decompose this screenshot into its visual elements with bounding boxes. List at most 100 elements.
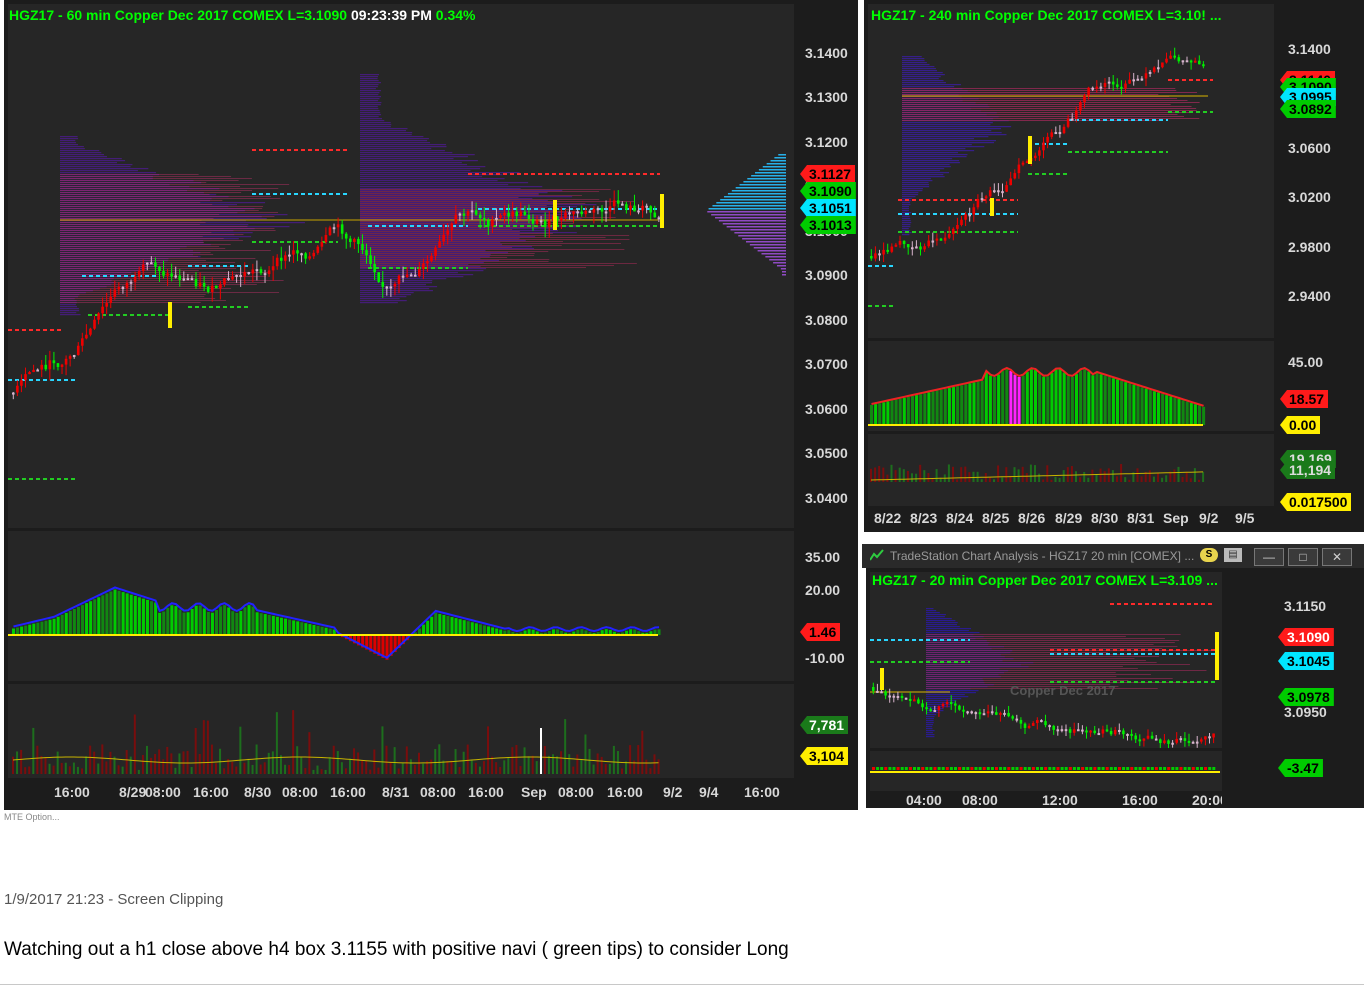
price-pane-60min[interactable] bbox=[8, 4, 794, 528]
volume-profile-bar bbox=[926, 664, 1190, 665]
chart-window-20min[interactable]: Copper Dec 2017 HGZ17 - 20 min Copper De… bbox=[866, 568, 1364, 808]
projected-profile-bar bbox=[751, 175, 786, 177]
window-titlebar-20min[interactable]: TradeStation Chart Analysis - HGZ17 20 m… bbox=[862, 544, 1364, 568]
volume-bar bbox=[300, 757, 303, 774]
volume-chart-60min[interactable] bbox=[8, 684, 794, 778]
volume-pane-60min[interactable] bbox=[8, 684, 794, 778]
volume-pane-240min[interactable] bbox=[868, 434, 1274, 506]
oscillator-axis-20min[interactable]: -3.47 bbox=[1278, 751, 1364, 791]
oscillator-axis-240min[interactable]: 45.00 18.57 0.00 bbox=[1278, 341, 1364, 434]
candle bbox=[170, 273, 173, 277]
price-pane-240min[interactable] bbox=[868, 4, 1274, 338]
volume-profile-bar bbox=[60, 146, 84, 148]
candle bbox=[365, 250, 368, 256]
volume-bar bbox=[543, 746, 546, 774]
oscillator-pane-60min[interactable] bbox=[8, 531, 794, 681]
candle bbox=[284, 255, 287, 261]
volume-profile-bar bbox=[360, 156, 468, 158]
volume-bar bbox=[523, 747, 526, 774]
price-axis-20min[interactable]: 3.1150 3.0950 3.1090 3.1045 3.0978 bbox=[1278, 568, 1364, 748]
volume-bar bbox=[596, 753, 599, 774]
volume-profile-bar bbox=[60, 216, 275, 217]
price-chart-60min[interactable] bbox=[8, 4, 794, 528]
chart-window-60min[interactable]: HGZ17 - 60 min Copper Dec 2017 COMEX L=3… bbox=[4, 0, 858, 810]
candle bbox=[292, 250, 295, 255]
symbol-link-button[interactable]: S bbox=[1200, 548, 1218, 562]
price-axis-240min[interactable]: 3.14003.06003.02002.98002.94003.11403.10… bbox=[1278, 0, 1364, 338]
oscillator-bar bbox=[980, 380, 984, 425]
oscillator-pane-20min[interactable] bbox=[870, 751, 1222, 791]
time-tick: 8/29 bbox=[1055, 510, 1083, 526]
oscillator-bar bbox=[876, 767, 880, 770]
projected-profile-bar bbox=[749, 244, 786, 246]
volume-chart-240min[interactable] bbox=[868, 434, 1274, 506]
oscillator-bar bbox=[186, 612, 190, 635]
oscillator-bar bbox=[72, 609, 76, 635]
oscillator-bar bbox=[1083, 369, 1087, 425]
candle bbox=[503, 212, 506, 216]
volume-bar bbox=[16, 751, 19, 774]
note-text[interactable]: Watching out a h1 close above h4 box 3.1… bbox=[4, 939, 789, 961]
window-menu-button[interactable]: ▤ bbox=[1224, 548, 1242, 562]
oscillator-bar bbox=[239, 611, 243, 635]
oscillator-bar bbox=[1015, 767, 1019, 770]
volume-bar bbox=[515, 744, 518, 774]
volume-bar bbox=[259, 764, 262, 774]
candle bbox=[970, 711, 973, 714]
volume-profile-bar bbox=[360, 154, 475, 156]
oscillator-axis-60min[interactable]: 35.00 20.00 -10.00 1.46 bbox=[800, 531, 858, 681]
oscillator-chart-240min[interactable] bbox=[868, 341, 1274, 431]
price-axis-60min[interactable]: 3.14003.13003.12003.11003.10003.09003.08… bbox=[800, 0, 858, 528]
candle bbox=[1152, 67, 1156, 72]
chart-window-240min[interactable]: HGZ17 - 240 min Copper Dec 2017 COMEX L=… bbox=[864, 0, 1364, 532]
volume-profile-bar bbox=[902, 208, 909, 210]
minimize-button[interactable]: — bbox=[1254, 548, 1284, 566]
candle bbox=[482, 218, 486, 221]
time-axis-60min[interactable]: 16:00 8/29 08:00 16:00 8/30 08:00 16:00 8/31 08:… bbox=[8, 784, 794, 804]
oscillator-bar bbox=[984, 371, 988, 425]
volume-bar bbox=[288, 765, 291, 774]
oscillator-pane-240min[interactable] bbox=[868, 341, 1274, 431]
oscillator-chart-20min[interactable] bbox=[870, 751, 1222, 791]
close-button[interactable]: ✕ bbox=[1322, 548, 1352, 566]
candle bbox=[381, 281, 385, 287]
oscillator-bar bbox=[259, 613, 263, 635]
candle bbox=[1187, 740, 1191, 743]
oscillator-bar bbox=[40, 621, 44, 635]
candle bbox=[1163, 740, 1166, 744]
time-axis-20min[interactable]: 04:00 08:00 12:00 16:00 20:00 bbox=[870, 792, 1222, 808]
oscillator-bar bbox=[993, 376, 996, 425]
volume-profile-bar bbox=[926, 624, 957, 626]
volume-profile-bar bbox=[926, 714, 937, 716]
projected-profile-bar bbox=[778, 154, 786, 156]
volume-profile-bar bbox=[902, 72, 943, 74]
volume-bar bbox=[1124, 477, 1127, 482]
oscillator-bar bbox=[874, 404, 878, 425]
volume-profile-bar bbox=[60, 300, 226, 301]
oscillator-chart-60min[interactable] bbox=[8, 531, 794, 681]
price-badge: 3.1090 bbox=[800, 182, 856, 200]
candle bbox=[235, 274, 238, 277]
volume-axis-240min[interactable]: 19,169 11,194 0.017500 bbox=[1278, 434, 1364, 511]
candle bbox=[1042, 142, 1045, 151]
volume-profile-bar bbox=[902, 78, 939, 80]
price-pane-20min[interactable]: Copper Dec 2017 bbox=[870, 572, 1222, 748]
oscillator-bar bbox=[906, 396, 910, 425]
volume-profile-bar bbox=[902, 108, 1197, 109]
oscillator-bar bbox=[105, 593, 109, 635]
oscillator-bar bbox=[466, 621, 470, 635]
volume-profile-bar bbox=[60, 304, 76, 306]
volume-axis-60min[interactable]: 7,781 3,104 bbox=[800, 684, 858, 778]
price-chart-20min[interactable]: Copper Dec 2017 bbox=[870, 572, 1222, 748]
volume-bar bbox=[263, 762, 266, 774]
oscillator-bar bbox=[288, 619, 292, 635]
time-tick: 8/24 bbox=[946, 510, 974, 526]
oscillator-bar bbox=[1167, 767, 1171, 770]
oscillator-bar bbox=[1136, 386, 1140, 425]
maximize-button[interactable]: □ bbox=[1288, 548, 1318, 566]
volume-profile-bar bbox=[902, 68, 936, 70]
time-axis-240min[interactable]: 8/22 8/23 8/24 8/25 8/26 8/29 8/30 8/31 Sep 9/2 9/… bbox=[868, 510, 1274, 530]
price-chart-240min[interactable] bbox=[868, 4, 1274, 338]
candle bbox=[1021, 162, 1025, 165]
oscillator-bar bbox=[1150, 767, 1154, 770]
